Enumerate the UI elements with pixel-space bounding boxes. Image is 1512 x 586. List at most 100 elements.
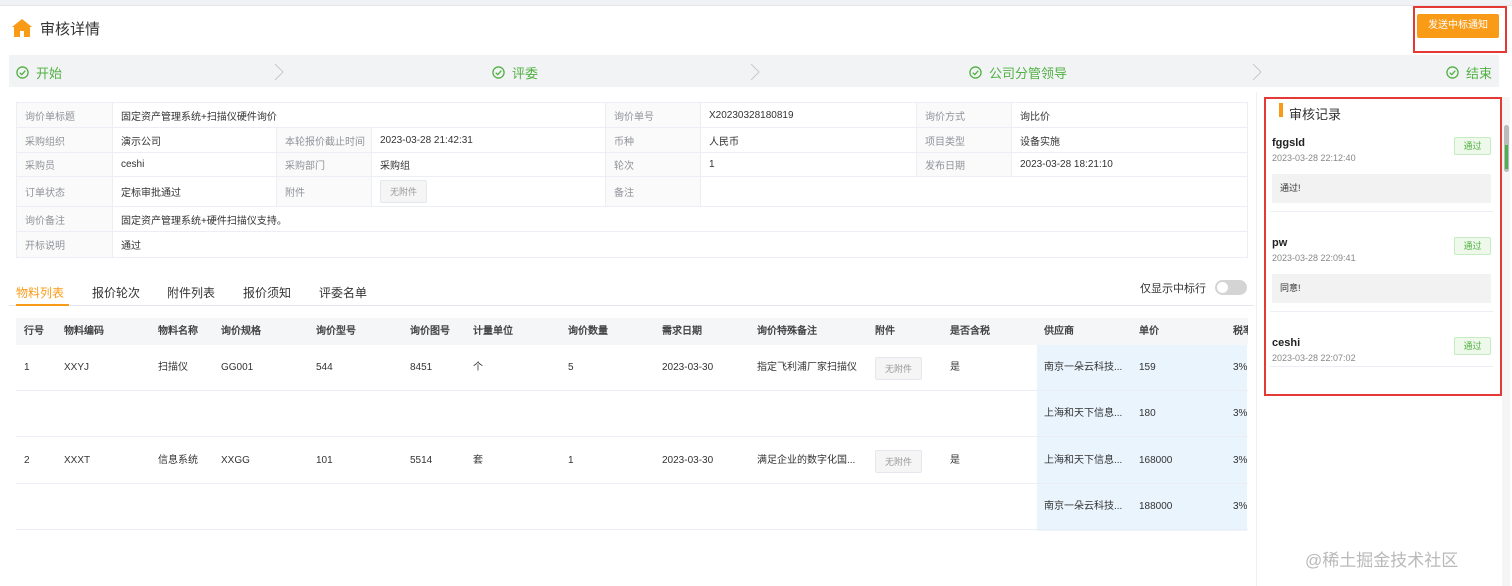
step-label: 评委 [512, 66, 539, 81]
send-award-notice-button[interactable]: 发送中标通知 [1417, 14, 1499, 38]
cell-qty: 1 [568, 455, 574, 466]
info-row: 采购组织 演示公司 本轮报价截止时间 2023-03-28 21:42:31 币… [17, 128, 1247, 153]
panel-divider [1256, 92, 1257, 586]
record-time: 2023-03-28 22:12:40 [1272, 153, 1356, 163]
step-label: 开始 [36, 66, 63, 81]
cell-row-no: 1 [24, 362, 30, 373]
record-status-badge: 通过 [1454, 137, 1491, 155]
watermark: @稀土掘金技术社区 [1305, 551, 1459, 570]
check-circle-icon [969, 66, 982, 79]
table-row: 南京一朵云科技... 188000 3% [16, 484, 1248, 530]
tab-judges[interactable]: 评委名单 [319, 284, 367, 301]
column-header: 询价型号 [316, 326, 356, 337]
record-status-badge: 通过 [1454, 237, 1491, 255]
cell-supplier: 南京一朵云科技... [1044, 501, 1123, 512]
title-accent-bar [1279, 103, 1283, 117]
info-value: 定标审批通过 [113, 177, 277, 206]
info-label: 轮次 [606, 153, 701, 176]
cell-note: 指定飞利浦厂家扫描仪 [757, 362, 857, 373]
audit-records-title: 审核记录 [1289, 107, 1342, 122]
check-circle-icon [16, 66, 29, 79]
info-label: 发布日期 [917, 153, 1012, 176]
cell-note: 满足企业的数字化国... [757, 455, 856, 466]
check-circle-icon [1446, 66, 1459, 79]
column-header: 物料编码 [64, 326, 104, 337]
tab-quote-notice[interactable]: 报价须知 [243, 284, 291, 301]
info-value: 人民币 [701, 128, 917, 152]
approval-steps: 开始 评委 公司分管领导 结束 [9, 55, 1499, 87]
info-label: 本轮报价截止时间 [277, 128, 372, 152]
tab-quote-rounds[interactable]: 报价轮次 [92, 284, 140, 301]
info-value [701, 177, 1247, 206]
cell-name: 扫描仪 [158, 362, 188, 373]
column-header: 供应商 [1044, 326, 1074, 337]
inquiry-info-table: 询价单标题 固定资产管理系统+扫描仪硬件询价 询价单号 X20230328180… [16, 102, 1248, 258]
info-row: 采购员 ceshi 采购部门 采购组 轮次 1 发布日期 2023-03-28 … [17, 153, 1247, 177]
column-header: 税率 [1233, 326, 1248, 337]
only-winning-label: 仅显示中标行 [1140, 283, 1206, 295]
info-value: 通过 [121, 241, 141, 252]
info-label: 项目类型 [917, 128, 1012, 152]
info-label: 询价单标题 [17, 103, 113, 127]
cell-price: 159 [1139, 362, 1156, 373]
cell-price: 168000 [1139, 455, 1173, 466]
column-header: 是否含税 [950, 326, 990, 337]
info-row: 订单状态 定标审批通过 附件 无附件 备注 [17, 177, 1247, 207]
info-value: ceshi [113, 153, 277, 176]
cell-model: 544 [316, 362, 333, 373]
info-value: 询比价 [1020, 111, 1050, 123]
cell-supplier: 南京一朵云科技... [1044, 362, 1123, 373]
tab-materials[interactable]: 物料列表 [16, 284, 64, 301]
info-label: 询价备注 [17, 207, 113, 231]
info-value: 采购组 [372, 153, 606, 176]
info-label: 币种 [606, 128, 701, 152]
cell-tax: 3% [1233, 362, 1248, 373]
info-label: 采购部门 [277, 153, 372, 176]
tab-attachments[interactable]: 附件列表 [167, 284, 215, 301]
home-icon [12, 19, 32, 37]
only-winning-toggle[interactable] [1215, 280, 1247, 295]
info-label: 采购员 [17, 153, 113, 176]
table-header: 行号 物料编码 物料名称 询价规格 询价型号 询价图号 计量单位 询价数量 需求… [16, 318, 1248, 345]
table-row: 上海和天下信息... 180 3% [16, 391, 1248, 437]
cell-unit: 个 [473, 362, 483, 373]
cell-tax: 3% [1233, 408, 1248, 419]
cell-qty: 5 [568, 362, 574, 373]
cell-supplier: 上海和天下信息... [1044, 408, 1123, 419]
column-header: 附件 [875, 326, 895, 337]
cell-drawing: 5514 [410, 455, 433, 466]
column-header: 行号 [24, 326, 44, 337]
record-divider [1270, 311, 1493, 312]
cell-drawing: 8451 [410, 362, 433, 373]
no-attachment-tag: 无附件 [875, 357, 923, 380]
active-tab-indicator [16, 304, 69, 306]
cell-supplier: 上海和天下信息... [1044, 455, 1123, 466]
info-value: 2023-03-28 21:42:31 [372, 128, 606, 152]
column-header: 询价数量 [568, 326, 608, 337]
cell-tax-included: 是 [950, 455, 960, 466]
info-value: 演示公司 [113, 128, 277, 152]
cell-date: 2023-03-30 [662, 362, 714, 373]
cell-model: 101 [316, 455, 333, 466]
cell-spec: GG001 [221, 362, 254, 373]
toggle-knob [1217, 282, 1228, 293]
record-divider [1270, 366, 1493, 367]
cell-code: XXXT [64, 455, 91, 466]
info-label: 询价单号 [606, 103, 701, 127]
cell-price: 188000 [1139, 501, 1173, 512]
no-attachment-tag: 无附件 [875, 450, 923, 473]
page-title: 审核详情 [40, 21, 101, 38]
cell-tax: 3% [1233, 455, 1248, 466]
record-comment: 同意! [1272, 274, 1491, 303]
table-row: 2 XXXT 信息系统 XXGG 101 5514 套 1 2023-03-30… [16, 438, 1248, 484]
info-label: 采购组织 [17, 128, 113, 152]
record-time: 2023-03-28 22:07:02 [1272, 353, 1356, 363]
cell-date: 2023-03-30 [662, 455, 714, 466]
info-label: 备注 [606, 177, 701, 206]
info-value: X20230328180819 [701, 103, 917, 127]
table-row: 1 XXYJ 扫描仪 GG001 544 8451 个 5 2023-03-30… [16, 345, 1248, 391]
cell-row-no: 2 [24, 455, 30, 466]
cell-unit: 套 [473, 455, 483, 466]
cell-code: XXYJ [64, 362, 90, 373]
step-judges: 评委 [492, 63, 538, 82]
